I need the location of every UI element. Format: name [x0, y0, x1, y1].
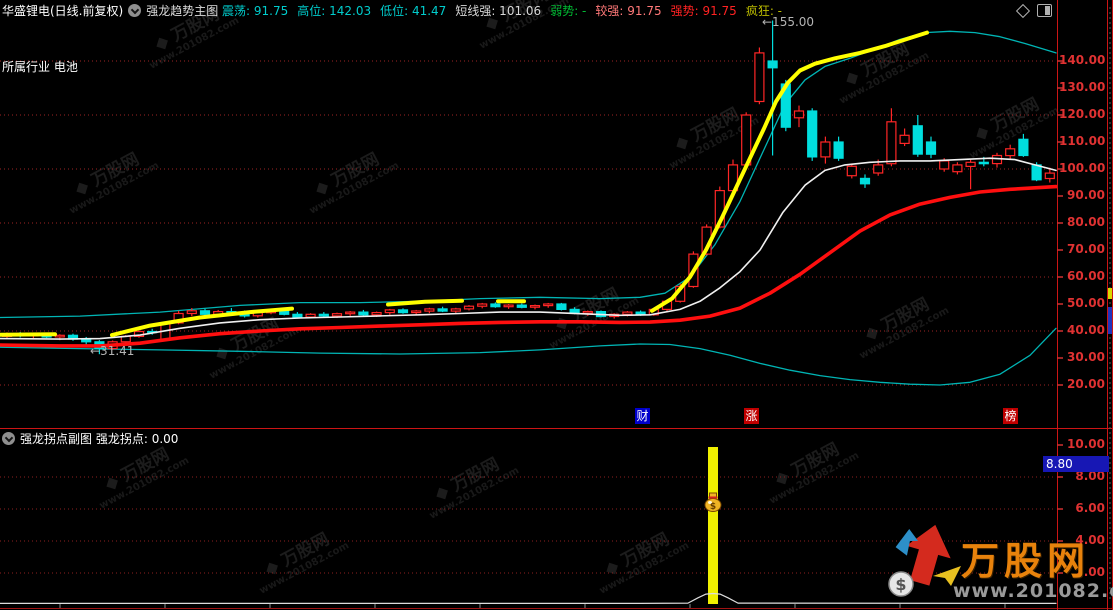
header-field: 弱势: - [550, 4, 586, 18]
signal-bar [708, 447, 718, 604]
price-axis-label: 120.00 [1059, 107, 1105, 121]
price-axis-label: 80.00 [1059, 215, 1105, 229]
low-annotation: ←31.41 [90, 344, 134, 358]
price-axis-label: 110.00 [1059, 134, 1105, 148]
header-field: 高位: 142.03 [297, 4, 371, 18]
sub-chart-header: 强龙拐点副图 强龙拐点: 0.00 [2, 430, 187, 447]
indicator-values: 震荡: 91.75 高位: 142.03 低位: 41.47 短线强: 101.06 弱… [222, 4, 791, 18]
price-axis-label: 40.00 [1059, 323, 1105, 337]
chart-header: 华盛锂电(日线.前复权) 强龙趋势主图 震荡: 91.75 高位: 142.03 低位… [2, 2, 791, 19]
scroll-thumb[interactable] [1108, 307, 1112, 334]
hot-tag-1[interactable]: 财 [635, 408, 650, 424]
panel-layout-icon[interactable] [1037, 4, 1052, 17]
price-axis-label: 20.00 [1059, 377, 1105, 391]
ruler-mark-yellow [1108, 288, 1112, 299]
header-field: 震荡: 91.75 [222, 4, 288, 18]
diamond-icon[interactable] [1016, 3, 1030, 17]
sub-header-field: 强龙拐点: 0.00 [96, 432, 179, 446]
header-field: 疯狂: - [746, 4, 782, 18]
site-logo-url: www.201082.com [953, 580, 1113, 602]
industry-label: 所属行业 电池 [2, 58, 78, 75]
price-axis-label: 100.00 [1059, 161, 1105, 175]
sub-axis-label: 6.00 [1059, 501, 1105, 515]
svg-text:$: $ [895, 575, 906, 594]
sub-indicator-values: 强龙拐点: 0.00 [96, 432, 188, 446]
sub-axis-label: 10.00 [1059, 437, 1105, 451]
price-axis-label: 140.00 [1059, 53, 1105, 67]
main-chart[interactable]: $ [0, 0, 1113, 610]
site-logo-name: 万股网 [961, 530, 1090, 585]
svg-text:$: $ [710, 502, 716, 512]
header-field: 短线强: 101.06 [455, 4, 541, 18]
stock-title: 华盛锂电(日线.前复权) [2, 4, 123, 18]
money-bag-icon: $ [705, 493, 721, 512]
price-axis-label: 90.00 [1059, 188, 1105, 202]
price-axis-label: 130.00 [1059, 80, 1105, 94]
header-field: 较强: 91.75 [595, 4, 661, 18]
site-logo: $ 万股网 www.201082.com [875, 520, 1113, 610]
collapse-sub-chevron-icon[interactable] [2, 432, 15, 445]
main-indicator-title: 强龙趋势主图 [146, 4, 218, 18]
price-axis-label: 30.00 [1059, 350, 1105, 364]
price-axis-label: 50.00 [1059, 296, 1105, 310]
header-field: 低位: 41.47 [380, 4, 446, 18]
collapse-main-chevron-icon[interactable] [128, 4, 141, 17]
app-window: ◆ 万股网www.201082.com◆ 万股网www.201082.com◆ … [0, 0, 1113, 610]
sub-indicator-title: 强龙拐点副图 [20, 432, 92, 446]
header-field: 强势: 91.75 [671, 4, 737, 18]
hot-tag-3[interactable]: 榜 [1003, 408, 1018, 424]
hot-tag-2[interactable]: 涨 [744, 408, 759, 424]
price-axis-label: 70.00 [1059, 242, 1105, 256]
price-axis-label: 60.00 [1059, 269, 1105, 283]
sub-value-marker-badge: 8.80 [1043, 456, 1109, 472]
